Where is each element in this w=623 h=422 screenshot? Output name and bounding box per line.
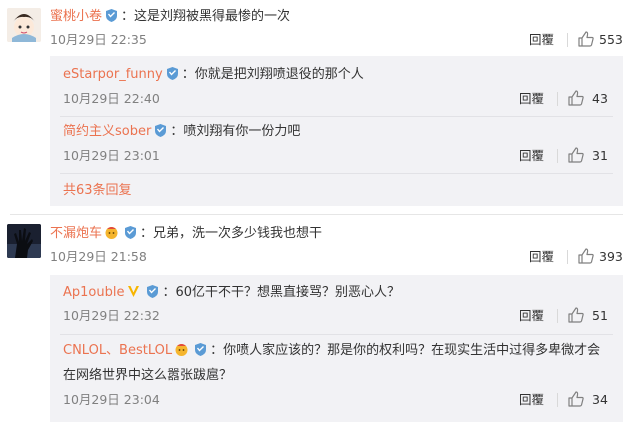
comment-content: 不漏炮车 ：兄弟，洗一次多少钱我也想干 bbox=[50, 225, 322, 243]
comment-text: ：这是刘翔被黑得最惨的一次 bbox=[121, 9, 291, 24]
reply-content: CNLOL、BestLOL ：你喷人家应该的？那是你的权利吗？在现实生活中过得多卑… bbox=[63, 342, 600, 360]
emoji-badge-icon bbox=[104, 225, 119, 240]
reply-content: 简约主义sober ：喷刘翔有你一份力吧 bbox=[63, 123, 300, 141]
comment-item: 蜜桃小卷 ：这是刘翔被黑得最惨的一次 10月29日 22:35 回覆 553 eS… bbox=[0, 0, 623, 210]
comment-username[interactable]: 蜜桃小卷 bbox=[50, 9, 102, 24]
reply-button[interactable]: 回覆 bbox=[529, 31, 554, 49]
comment-text: ：兄弟，洗一次多少钱我也想干 bbox=[140, 226, 323, 241]
like-count: 393 bbox=[599, 249, 623, 264]
reply-text: ：你喷人家应该的？那是你的权利吗？在现实生活中过得多卑微才会 bbox=[210, 343, 601, 358]
like-count: 553 bbox=[599, 32, 623, 47]
reply-button[interactable]: 回覆 bbox=[519, 147, 544, 165]
reply-text: ：60亿干不干？想黑直接骂？别恶心人？ bbox=[162, 285, 401, 300]
v-badge-icon bbox=[126, 284, 141, 299]
comment-content: 蜜桃小卷 ：这是刘翔被黑得最惨的一次 bbox=[50, 8, 290, 26]
vip-badge-icon bbox=[165, 66, 180, 81]
thumbs-up-icon[interactable] bbox=[567, 146, 585, 164]
thumbs-up-icon[interactable] bbox=[577, 30, 595, 48]
reply-text: ：喷刘翔有你一份力吧 bbox=[170, 124, 301, 139]
action-divider bbox=[567, 250, 568, 264]
reply-button[interactable]: 回覆 bbox=[519, 90, 544, 108]
reply-time: 10月29日 22:32 bbox=[63, 308, 160, 323]
reply-list: eStarpor_funny ：你就是把刘翔喷退役的那个人 10月29日 22:4… bbox=[50, 56, 623, 206]
reply-time: 10月29日 23:01 bbox=[63, 148, 160, 163]
vip-badge-icon bbox=[145, 284, 160, 299]
avatar[interactable] bbox=[7, 8, 41, 42]
comment-username[interactable]: 不漏炮车 bbox=[50, 226, 102, 241]
vip-badge-icon bbox=[193, 342, 208, 357]
avatar[interactable] bbox=[7, 224, 41, 258]
thumbs-up-icon[interactable] bbox=[567, 306, 585, 324]
comment-time: 10月29日 22:35 bbox=[50, 32, 147, 47]
reply-text-continued: 在网络世界中这么嚣张跋扈？ bbox=[63, 368, 233, 383]
reply-divider bbox=[60, 116, 613, 117]
action-divider bbox=[557, 92, 558, 106]
reply-time: 10月29日 22:40 bbox=[63, 91, 160, 106]
reply-button[interactable]: 回覆 bbox=[519, 391, 544, 409]
reply-list: Ap1ouble ：60亿干不干？想黑直接骂？别恶心人？ 10月29日 22:32… bbox=[50, 275, 623, 422]
reply-username[interactable]: 简约主义sober bbox=[63, 124, 151, 139]
thumbs-up-icon[interactable] bbox=[567, 390, 585, 408]
more-replies-link[interactable]: 共63条回复 bbox=[63, 182, 132, 200]
like-count: 31 bbox=[592, 148, 608, 163]
action-divider bbox=[567, 33, 568, 47]
reply-button[interactable]: 回覆 bbox=[519, 307, 544, 325]
like-count: 43 bbox=[592, 91, 608, 106]
comment-time: 10月29日 21:58 bbox=[50, 249, 147, 264]
comment-divider bbox=[10, 214, 623, 215]
reply-time: 10月29日 23:04 bbox=[63, 392, 160, 407]
action-divider bbox=[557, 393, 558, 407]
comment-item: 不漏炮车 ：兄弟，洗一次多少钱我也想干 10月29日 21:58 回覆 393 A… bbox=[0, 216, 623, 422]
thumbs-up-icon[interactable] bbox=[567, 89, 585, 107]
reply-content: eStarpor_funny ：你就是把刘翔喷退役的那个人 bbox=[63, 66, 364, 84]
reply-content: Ap1ouble ：60亿干不干？想黑直接骂？别恶心人？ bbox=[63, 284, 400, 302]
like-count: 51 bbox=[592, 308, 608, 323]
reply-divider bbox=[60, 173, 613, 174]
vip-badge-icon bbox=[153, 123, 168, 138]
reply-username[interactable]: Ap1ouble bbox=[63, 285, 124, 300]
reply-divider bbox=[60, 334, 613, 335]
thumbs-up-icon[interactable] bbox=[577, 247, 595, 265]
reply-button[interactable]: 回覆 bbox=[529, 248, 554, 266]
like-count: 34 bbox=[592, 392, 608, 407]
reply-text: ：你就是把刘翔喷退役的那个人 bbox=[181, 67, 364, 82]
action-divider bbox=[557, 149, 558, 163]
reply-username[interactable]: CNLOL、BestLOL bbox=[63, 343, 172, 358]
vip-badge-icon bbox=[104, 8, 119, 23]
action-divider bbox=[557, 309, 558, 323]
vip-badge-icon bbox=[123, 225, 138, 240]
reply-username[interactable]: eStarpor_funny bbox=[63, 67, 163, 82]
emoji-badge-icon bbox=[174, 342, 189, 357]
